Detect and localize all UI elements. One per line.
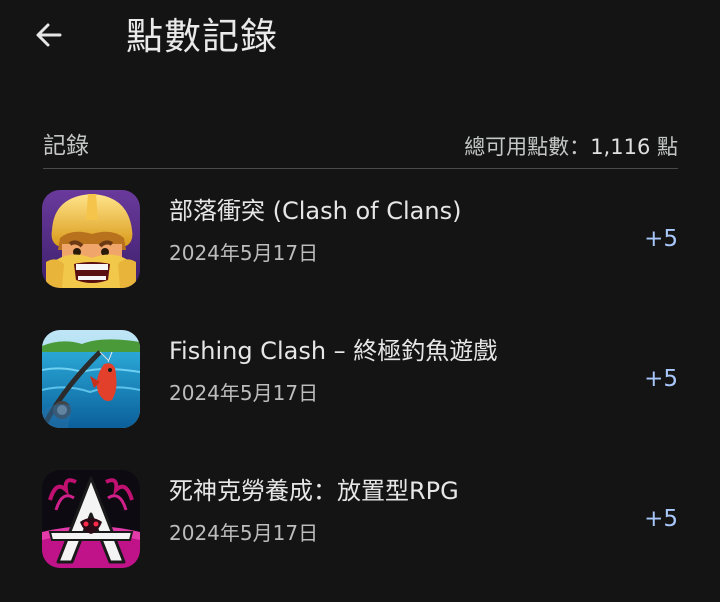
top-app-bar: 點數記錄 [0,0,720,80]
item-points: +5 [644,226,678,252]
list-item[interactable]: 部落衝突 (Clash of Clans) 2024年5月17日 +5 [0,170,720,310]
fishing-clash-icon [42,330,140,428]
arrow-back-icon [36,23,62,47]
item-date: 2024年5月17日 [169,241,319,265]
back-button[interactable] [26,12,72,58]
total-points-value: 1,116 [590,135,651,159]
item-title: 部落衝突 (Clash of Clans) [169,197,462,225]
clash-of-clans-icon [42,190,140,288]
total-points-suffix: 點 [650,135,678,159]
item-date: 2024年5月17日 [169,381,319,405]
item-title: Fishing Clash – 終極釣魚遊戲 [169,337,498,365]
page-title: 點數記錄 [126,15,278,58]
records-section-header: 記錄 總可用點數：1,116 點 [43,128,678,169]
total-points-prefix: 總可用點數： [464,135,591,159]
list-item[interactable]: 死神克勞養成：放置型RPG 2024年5月17日 +5 [0,450,720,590]
item-date: 2024年5月17日 [169,521,319,545]
total-available-points: 總可用點數：1,116 點 [464,132,678,162]
item-title: 死神克勞養成：放置型RPG [169,477,459,505]
item-points: +5 [644,366,678,392]
item-points: +5 [644,506,678,532]
reaper-rpg-icon [42,470,140,568]
section-label: 記錄 [43,133,89,159]
list-item[interactable]: Fishing Clash – 終極釣魚遊戲 2024年5月17日 +5 [0,310,720,450]
